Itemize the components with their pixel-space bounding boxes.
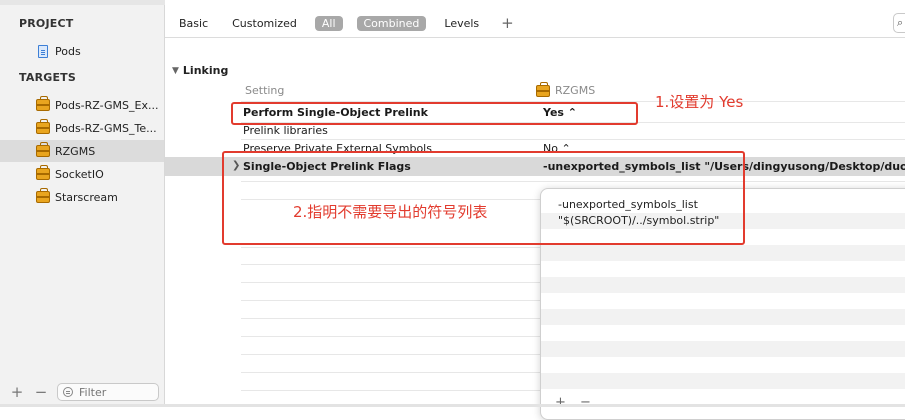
list-item — [541, 245, 905, 261]
remove-flag-button[interactable]: − — [580, 395, 591, 410]
add-flag-button[interactable]: + — [555, 395, 566, 410]
remove-target-button[interactable]: − — [34, 383, 48, 401]
list-item — [541, 277, 905, 293]
annotation-box-2 — [222, 151, 745, 245]
list-item — [541, 373, 905, 389]
project-file-icon — [38, 44, 48, 58]
package-icon — [536, 81, 550, 97]
package-icon — [36, 188, 50, 203]
sidebar-item-label: Starscream — [55, 190, 118, 204]
list-item — [541, 309, 905, 325]
popover-footer: + − — [555, 395, 591, 410]
column-header-target: RZGMS — [536, 81, 596, 97]
tab-combined[interactable]: Combined — [356, 15, 427, 31]
package-icon — [36, 119, 50, 134]
settings-search-field[interactable]: ⌕ — [893, 13, 905, 33]
project-header: PROJECT — [19, 17, 74, 30]
sidebar-item-target[interactable]: Pods-RZ-GMS_Te... — [0, 117, 164, 139]
annotation-text-2: 2.指明不需要导出的符号列表 — [293, 203, 488, 221]
tab-customized[interactable]: Customized — [232, 17, 297, 30]
header-divider — [165, 37, 905, 38]
filter-icon — [63, 387, 73, 397]
section-linking[interactable]: ▼ Linking — [172, 64, 228, 77]
section-title: Linking — [182, 64, 229, 77]
sidebar-item-pods-project[interactable]: Pods — [0, 40, 164, 62]
sidebar-item-target[interactable]: Pods-RZ-GMS_Ex... — [0, 94, 164, 116]
sidebar-footer: + − — [0, 377, 164, 407]
list-item — [541, 357, 905, 373]
sidebar-item-target[interactable]: Starscream — [0, 186, 164, 208]
search-icon: ⌕ — [897, 16, 904, 29]
package-icon — [36, 165, 50, 180]
column-header-setting: Setting — [245, 84, 285, 97]
list-item — [541, 341, 905, 357]
annotation-box-1 — [231, 102, 638, 125]
filter-input[interactable] — [79, 385, 149, 399]
sidebar-item-label: Pods — [55, 44, 81, 58]
annotation-text-1: 1.设置为 Yes — [655, 93, 744, 111]
tab-levels[interactable]: Levels — [444, 17, 479, 30]
sidebar-item-label: Pods-RZ-GMS_Ex... — [55, 98, 159, 112]
sidebar-top-divider — [0, 0, 165, 5]
build-settings-filter-bar: Basic Customized All Combined Levels + ⌕ — [165, 9, 905, 37]
sidebar-item-label: Pods-RZ-GMS_Te... — [55, 121, 157, 135]
add-setting-button[interactable]: + — [501, 14, 514, 32]
filter-field[interactable] — [57, 383, 159, 401]
sidebar-item-target[interactable]: SocketIO — [0, 163, 164, 185]
list-item — [541, 293, 905, 309]
chevron-down-icon: ▼ — [172, 66, 179, 76]
sidebar-item-label: SocketIO — [55, 167, 104, 181]
tab-all[interactable]: All — [314, 15, 343, 31]
column-header-target-label: RZGMS — [555, 84, 596, 97]
list-item — [541, 261, 905, 277]
tab-basic[interactable]: Basic — [179, 17, 208, 30]
row-divider — [241, 139, 905, 140]
setting-label-prelink-libraries: Prelink libraries — [243, 124, 328, 137]
add-target-button[interactable]: + — [10, 383, 24, 401]
list-item — [541, 325, 905, 341]
navigator-sidebar: PROJECT Pods TARGETS Pods-RZ-GMS_Ex... P… — [0, 0, 165, 407]
package-icon — [36, 96, 50, 111]
targets-header: TARGETS — [19, 71, 77, 84]
